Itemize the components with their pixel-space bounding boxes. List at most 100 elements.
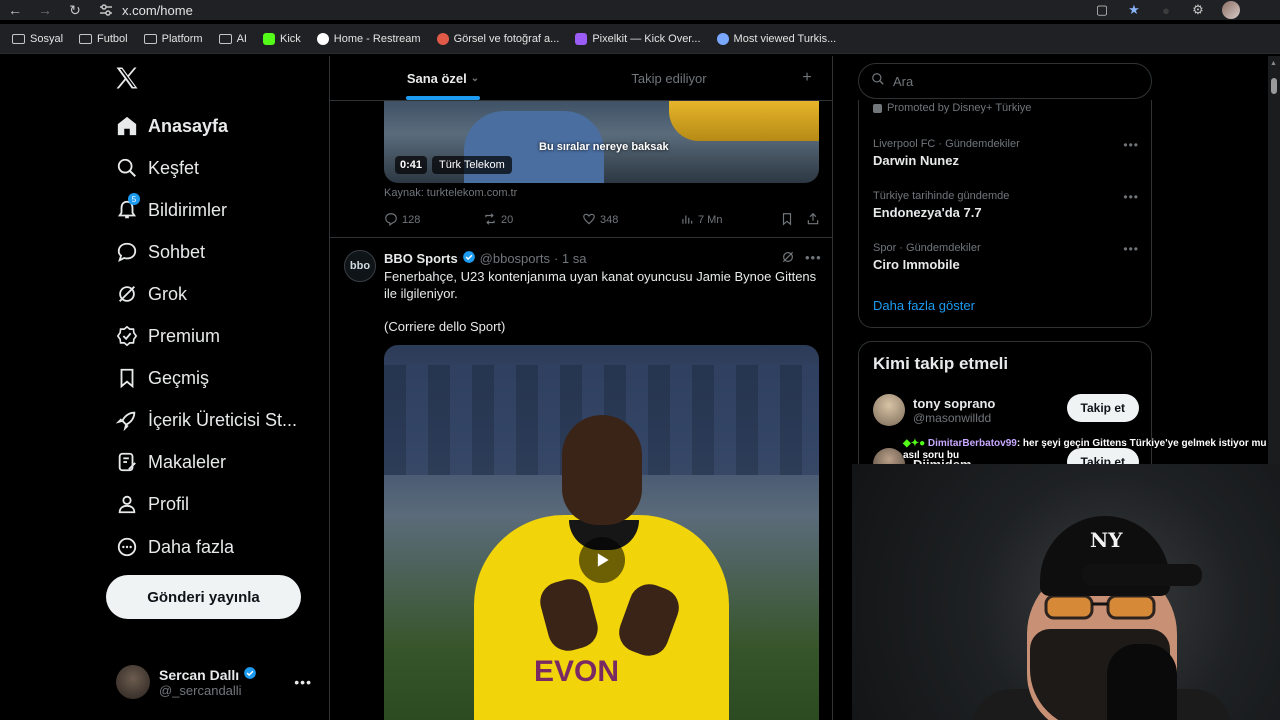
- pixelkit-icon: [575, 32, 588, 45]
- bookmark-sosyal[interactable]: Sosyal: [4, 27, 71, 51]
- nav-label: Makaleler: [148, 451, 227, 472]
- back-icon[interactable]: ←: [0, 0, 30, 20]
- image-site-icon: [436, 32, 449, 45]
- chat-username: DimitarBerbatov99: [927, 438, 1017, 449]
- bookmark-ai[interactable]: AI: [211, 27, 255, 51]
- x-logo-icon[interactable]: [113, 64, 141, 92]
- trend-title: Endonezya'da 7.7: [873, 205, 982, 220]
- bookmark-label: Kick: [279, 32, 301, 45]
- tweet-video[interactable]: EVON: [384, 345, 819, 720]
- more-icon[interactable]: •••: [1123, 138, 1139, 152]
- more-icon[interactable]: •••: [294, 674, 312, 690]
- nav-label: Anasayfa: [148, 115, 229, 136]
- reply-button[interactable]: 128: [384, 212, 483, 229]
- nav-home[interactable]: Anasayfa: [104, 106, 228, 146]
- player-head: [562, 415, 642, 525]
- nav-bookmarks[interactable]: Geçmiş: [104, 358, 209, 398]
- url-text: x.com/home: [122, 2, 193, 18]
- bookmark-button[interactable]: [780, 212, 806, 229]
- folder-icon: [79, 33, 93, 44]
- tweet-time[interactable]: · 1 sa: [554, 251, 587, 266]
- add-tab-icon[interactable]: +: [782, 56, 832, 100]
- trend-item[interactable]: Türkiye tarihinde gündemde Endonezya'da …: [873, 190, 1139, 220]
- video-brand[interactable]: Türk Telekom: [432, 156, 512, 174]
- post-button[interactable]: Gönderi yayınla: [106, 575, 301, 619]
- bookmark-label: Futbol: [97, 32, 128, 45]
- trend-item[interactable]: Liverpool FC · Gündemdekiler Darwin Nune…: [873, 138, 1139, 168]
- nav-profile[interactable]: Profil: [104, 484, 189, 524]
- author-name[interactable]: BBO Sports: [384, 251, 458, 266]
- bookmark-restream[interactable]: Home - Restream: [309, 27, 429, 51]
- show-more-link[interactable]: Daha fazla göster: [873, 298, 975, 313]
- extensions-icon[interactable]: ⚙: [1190, 2, 1206, 18]
- view-count: 7 Mn: [698, 214, 723, 226]
- nav-label: Daha fazla: [148, 536, 235, 557]
- nav-explore[interactable]: Keşfet: [104, 148, 199, 188]
- nav-notifications[interactable]: 5 Bildirimler: [104, 190, 227, 230]
- avatar[interactable]: bbo: [344, 250, 376, 282]
- tweet-text: Fenerbahçe, U23 kontenjanıma uyan kanat …: [384, 269, 817, 301]
- tab-for-you[interactable]: Sana özel ⌄: [330, 56, 556, 100]
- nav-label: Grok: [148, 283, 188, 304]
- bookmark-platform[interactable]: Platform: [136, 27, 211, 51]
- nav-premium[interactable]: Premium: [104, 316, 220, 356]
- star-icon[interactable]: ★: [1126, 2, 1142, 18]
- account-name: Sercan Dallı: [159, 666, 240, 683]
- more-icon[interactable]: •••: [1123, 190, 1139, 204]
- more-icon[interactable]: •••: [1123, 242, 1139, 256]
- more-icon[interactable]: •••: [805, 250, 822, 267]
- bookmark-kick[interactable]: Kick: [255, 27, 309, 51]
- share-button[interactable]: [806, 212, 820, 229]
- tab-following[interactable]: Takip ediliyor: [556, 56, 782, 100]
- bookmark-futbol[interactable]: Futbol: [71, 27, 136, 51]
- search-icon: [104, 157, 148, 179]
- grok-icon[interactable]: [781, 250, 795, 267]
- card-source[interactable]: Kaynak: turktelekom.com.tr: [384, 187, 517, 199]
- nav-chat[interactable]: Sohbet: [104, 232, 205, 272]
- bookmark-pixelkit[interactable]: Pixelkit — Kick Over...: [567, 27, 708, 51]
- search-box[interactable]: [858, 63, 1152, 99]
- trend-item[interactable]: Spor · Gündemdekiler Ciro Immobile •••: [873, 242, 1139, 272]
- address-bar[interactable]: x.com/home: [96, 0, 193, 20]
- follow-suggestion[interactable]: tony soprano @masonwilldd Takip et: [873, 390, 1139, 430]
- nav-articles[interactable]: Makaleler: [104, 442, 226, 482]
- site-settings-icon[interactable]: [96, 2, 116, 18]
- retweet-button[interactable]: 20: [483, 212, 582, 229]
- bookmark-gorsel[interactable]: Görsel ve fotoğraf a...: [429, 27, 568, 51]
- stream-chat-message: ◆✦● DimitarBerbatov99: her şeyi geçin Gi…: [903, 438, 1280, 462]
- extension-blank-icon[interactable]: ●: [1158, 2, 1174, 18]
- left-sidebar: Anasayfa Keşfet 5 Bildirimler Sohbet Gro…: [0, 56, 330, 720]
- tweet-video[interactable]: Bu sıralar nereye baksak 0:41 Türk Telek…: [384, 101, 819, 183]
- author-handle[interactable]: @bbosports: [480, 251, 550, 266]
- account-switcher[interactable]: Sercan Dallı @_sercandalli •••: [116, 660, 316, 704]
- glasses-icon: [1044, 594, 1156, 620]
- nav-grok[interactable]: Grok: [104, 274, 187, 314]
- follow-button[interactable]: Takip et: [1066, 394, 1139, 422]
- forward-icon[interactable]: →: [30, 0, 60, 20]
- bookmark-most-viewed[interactable]: Most viewed Turkis...: [709, 27, 845, 51]
- reload-icon[interactable]: ↻: [60, 0, 90, 20]
- scrollbar-thumb[interactable]: [1271, 78, 1277, 94]
- webcam-overlay: NY: [852, 464, 1280, 720]
- video-caption: Bu sıralar nereye baksak: [539, 141, 669, 153]
- heart-icon: [582, 212, 596, 229]
- trend-context: Liverpool FC · Gündemdekiler: [873, 138, 1020, 150]
- nav-creator-studio[interactable]: İçerik Üreticisi St...: [104, 400, 297, 440]
- views-button[interactable]: 7 Mn: [680, 212, 780, 229]
- like-count: 348: [600, 214, 619, 226]
- bell-icon: 5: [104, 193, 148, 221]
- cast-icon[interactable]: ▢: [1094, 2, 1110, 18]
- nav-label: Sohbet: [148, 241, 206, 262]
- bookmark-label: AI: [236, 32, 247, 45]
- like-button[interactable]: 348: [582, 212, 680, 229]
- scroll-up-icon[interactable]: ▲: [1270, 60, 1277, 67]
- tweet-top-icons: •••: [781, 250, 822, 267]
- video-car: [669, 101, 819, 141]
- nav-more[interactable]: Daha fazla: [104, 527, 234, 567]
- promoted-icon: [873, 103, 882, 113]
- share-icon: [806, 212, 820, 229]
- search-input[interactable]: [893, 73, 1133, 89]
- play-button[interactable]: [579, 537, 625, 583]
- profile-avatar[interactable]: [1222, 1, 1240, 19]
- bookmarks-bar: Sosyal Futbol Platform AI Kick Home - Re…: [0, 24, 1280, 54]
